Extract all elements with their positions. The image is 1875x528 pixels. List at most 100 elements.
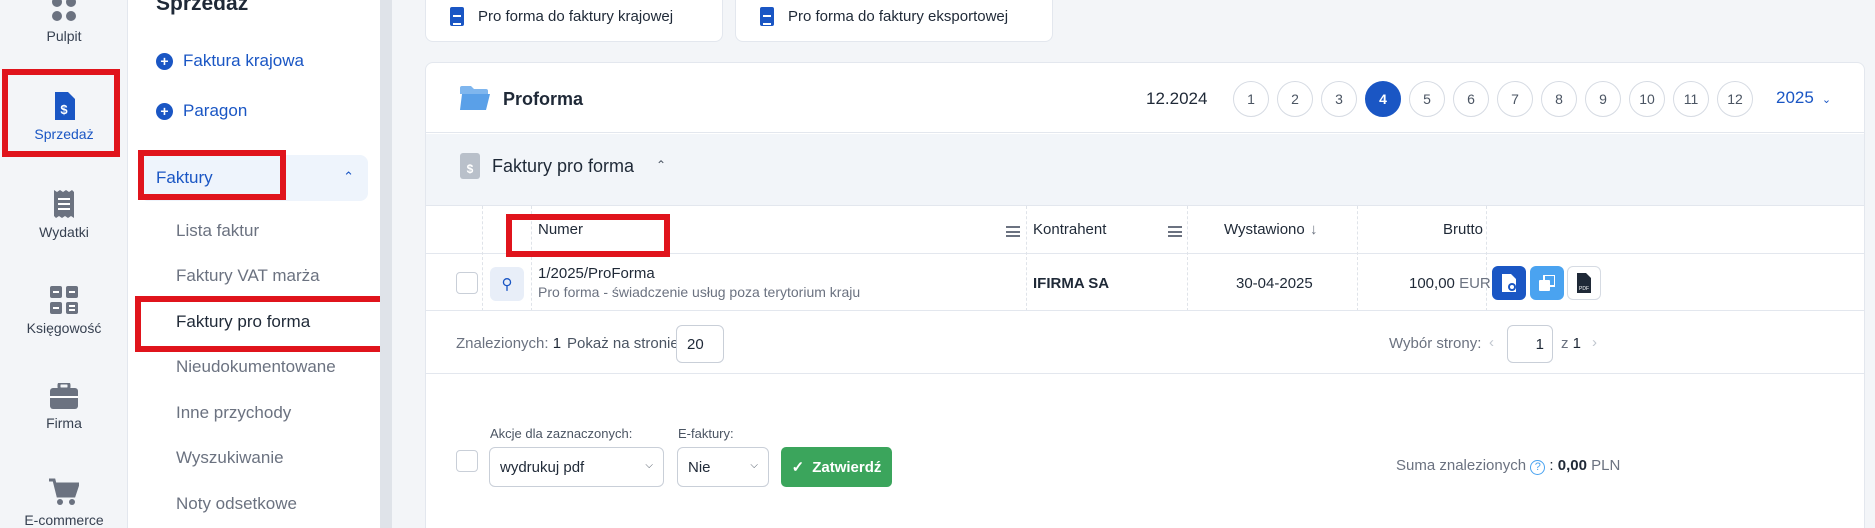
- receipt-icon: [54, 190, 74, 218]
- chevron-up-icon: ⌃: [656, 158, 667, 172]
- per-page-input[interactable]: 20: [676, 325, 724, 363]
- einvoice-value: Nie: [688, 458, 711, 476]
- copy-button[interactable]: [1530, 266, 1564, 300]
- highlight-box: [135, 296, 391, 352]
- subnav-link-search[interactable]: Wyszukiwanie: [176, 448, 284, 468]
- sum-value: 0,00: [1557, 457, 1587, 474]
- page-input[interactable]: 1: [1507, 325, 1553, 363]
- folder-open-icon: [460, 86, 490, 110]
- month-button[interactable]: 3: [1321, 81, 1357, 117]
- chevron-left-icon[interactable]: ‹: [1489, 334, 1494, 351]
- subnav-link-interest-notes[interactable]: Noty odsetkowe: [176, 494, 297, 514]
- add-domestic-invoice-link[interactable]: + Faktura krajowa: [156, 51, 304, 71]
- confirm-label: Zatwierdź: [812, 458, 882, 476]
- proforma-domestic-button[interactable]: Pro forma do faktury krajowej: [425, 0, 723, 42]
- rail-item-firma[interactable]: Firma: [0, 383, 128, 431]
- main-content: Pro forma do faktury krajowej Pro forma …: [392, 0, 1875, 528]
- section-title: Faktury pro forma: [492, 156, 635, 176]
- month-button[interactable]: 6: [1453, 81, 1489, 117]
- sales-subnav: Sprzedaż + Faktura krajowa + Paragon Fak…: [128, 0, 391, 528]
- briefcase-icon: [50, 383, 78, 409]
- found-count: Znalezionych: 1: [456, 335, 561, 352]
- actions-select[interactable]: wydrukuj pdf ⌵: [489, 447, 664, 487]
- add-receipt-link[interactable]: + Paragon: [156, 101, 247, 121]
- confirm-button[interactable]: ✓ Zatwierdź: [781, 447, 892, 487]
- edit-document-icon: [1502, 274, 1516, 292]
- rail-item-ecommerce[interactable]: E-commerce: [0, 478, 128, 528]
- issue-date: 30-04-2025: [1236, 275, 1313, 292]
- rail-label: Pulpit: [46, 28, 82, 44]
- invoice-number[interactable]: 1/2025/ProForma: [538, 265, 655, 282]
- month-button-active[interactable]: 4: [1365, 81, 1401, 117]
- chevron-down-icon: ⌵: [645, 460, 653, 471]
- actions-value: wydrukuj pdf: [500, 458, 585, 476]
- subnav-link-invoice-list[interactable]: Lista faktur: [176, 221, 259, 241]
- edit-document-button[interactable]: [1492, 266, 1526, 300]
- panel-title: Proforma: [503, 89, 584, 109]
- month-selector: 1 2 3 4 5 6 7 8 9 10 11 12: [1233, 81, 1753, 117]
- document-icon: [450, 6, 464, 26]
- add-receipt-label: Paragon: [183, 101, 248, 120]
- list-icon[interactable]: [1006, 224, 1020, 241]
- pdf-icon: PDF: [1577, 273, 1591, 293]
- proforma-export-label: Pro forma do faktury eksportowej: [788, 7, 1009, 25]
- einvoice-select[interactable]: Nie ⌵: [677, 447, 769, 487]
- page-of: z 1: [1561, 335, 1581, 352]
- select-all-checkbox[interactable]: [456, 450, 478, 472]
- invoice-dollar-icon: $: [460, 153, 480, 179]
- column-header-issued[interactable]: Wystawiono: [1224, 221, 1305, 238]
- gross-amount: 100,00 EUR: [1409, 275, 1491, 292]
- month-button[interactable]: 8: [1541, 81, 1577, 117]
- proforma-export-button[interactable]: Pro forma do faktury eksportowej: [735, 0, 1053, 42]
- actions-label: Akcje dla zaznaczonych:: [490, 426, 633, 441]
- rail-label: Księgowość: [26, 320, 102, 336]
- check-icon: ✓: [791, 459, 805, 476]
- total-pages: 1: [1572, 335, 1582, 352]
- month-button[interactable]: 1: [1233, 81, 1269, 117]
- previous-period-link[interactable]: 12.2024: [1146, 89, 1207, 109]
- month-button[interactable]: 5: [1409, 81, 1445, 117]
- of-label: z: [1561, 335, 1569, 352]
- search-icon[interactable]: ⚲: [490, 267, 524, 301]
- rail-item-pulpit[interactable]: Pulpit: [0, 0, 128, 44]
- found-label: Znalezionych:: [456, 335, 549, 352]
- invoice-description: Pro forma - świadczenie usług poza teryt…: [538, 284, 861, 300]
- proforma-domestic-label: Pro forma do faktury krajowej: [478, 7, 674, 25]
- subnav-link-vat-margin[interactable]: Faktury VAT marża: [176, 266, 320, 286]
- month-button[interactable]: 11: [1673, 81, 1709, 117]
- sum-found: Suma znalezionych ? : 0,00 PLN: [1396, 457, 1621, 475]
- help-icon[interactable]: ?: [1530, 460, 1546, 475]
- rail-label: Wydatki: [39, 224, 89, 240]
- rail-label: E-commerce: [24, 512, 104, 528]
- column-header-contractor[interactable]: Kontrahent: [1033, 221, 1106, 238]
- year-dropdown[interactable]: 2025 ⌄: [1776, 88, 1831, 108]
- month-button[interactable]: 12: [1717, 81, 1753, 117]
- add-domestic-invoice-label: Faktura krajowa: [183, 51, 304, 70]
- month-button[interactable]: 2: [1277, 81, 1313, 117]
- dashboard-icon: [52, 0, 76, 21]
- chevron-right-icon[interactable]: ›: [1592, 334, 1597, 351]
- row-checkbox[interactable]: [456, 272, 478, 294]
- rail-item-wydatki[interactable]: Wydatki: [0, 190, 128, 240]
- subnav-scrollbar[interactable]: [380, 0, 392, 528]
- arrow-down-icon[interactable]: ↓: [1310, 221, 1318, 238]
- subnav-link-other-income[interactable]: Inne przychody: [176, 403, 291, 423]
- chevron-down-icon: ⌵: [750, 460, 758, 471]
- page-select-label: Wybór strony:: [1389, 335, 1482, 352]
- rail-item-ksiegowosc[interactable]: Księgowość: [0, 286, 128, 336]
- cart-icon: [49, 478, 79, 505]
- section-header[interactable]: $ Faktury pro forma ⌃: [426, 134, 1864, 206]
- sum-currency: PLN: [1591, 457, 1621, 474]
- highlight-box: [138, 150, 286, 200]
- year-value: 2025: [1776, 88, 1814, 107]
- month-button[interactable]: 7: [1497, 81, 1533, 117]
- gross-currency: EUR: [1459, 275, 1491, 292]
- table-row[interactable]: ⚲ 1/2025/ProForma Pro forma - świadczeni…: [426, 255, 1864, 311]
- column-header-gross[interactable]: Brutto: [1443, 221, 1483, 238]
- pdf-button[interactable]: PDF: [1567, 266, 1601, 300]
- month-button[interactable]: 9: [1585, 81, 1621, 117]
- month-button[interactable]: 10: [1629, 81, 1665, 117]
- subnav-link-undocumented[interactable]: Nieudokumentowane: [176, 357, 336, 377]
- rail-label: Firma: [46, 415, 82, 431]
- list-icon[interactable]: [1168, 224, 1182, 241]
